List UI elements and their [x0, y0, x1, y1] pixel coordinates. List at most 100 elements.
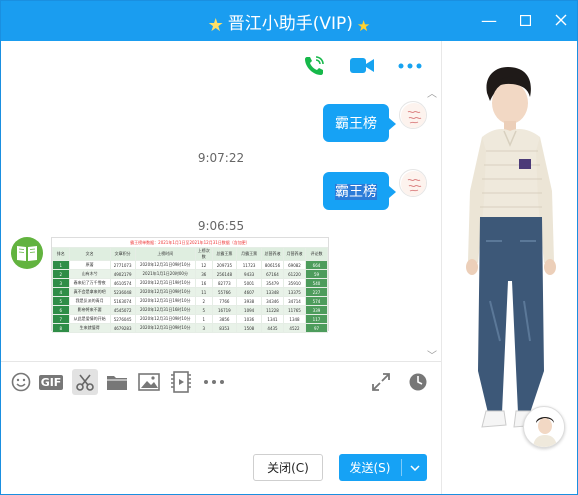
minimize-button[interactable]: —: [479, 9, 499, 31]
table-cell: 4679283: [109, 323, 136, 333]
table-cell: 1036: [236, 314, 262, 324]
emoji-icon[interactable]: [9, 370, 33, 394]
table-cell: 117: [305, 314, 328, 324]
table-cell: 339: [305, 305, 328, 315]
table-cell: 5276045: [109, 314, 136, 324]
title-bar: ★ 晋江小助手(VIP) ★ —: [1, 1, 577, 41]
my-avatar[interactable]: [399, 169, 427, 197]
table-cell: 从此是爱情的开始: [68, 314, 111, 324]
table-cell: 4610574: [109, 278, 136, 288]
scroll-up-arrow-icon[interactable]: ︿: [427, 85, 437, 100]
window-title-text: 晋江小助手(VIP): [227, 14, 353, 34]
table-cell: 1: [52, 260, 70, 270]
gif-label: GIF: [38, 374, 64, 390]
table-cell: 227: [305, 287, 328, 297]
table-cell: 3938: [236, 296, 262, 306]
send-options-chevron-down-icon[interactable]: [402, 464, 427, 471]
close-chat-button[interactable]: 关闭(C): [253, 454, 323, 481]
table-cell: 2: [52, 269, 70, 279]
table-cell: 36: [195, 269, 213, 279]
table-cell: 5: [52, 296, 70, 306]
table-cell: 13375: [283, 287, 306, 297]
table-cell: 5: [195, 305, 213, 315]
close-icon: [555, 14, 567, 26]
table-row: 6 影帝将来不要 4545072 2020年12月31日16时10分 5 16719 109…: [52, 305, 328, 315]
table-cell: 3: [195, 323, 213, 333]
phone-call-icon[interactable]: [301, 53, 327, 79]
table-cell: 574: [305, 296, 328, 306]
sparkle-star-icon: ★: [207, 15, 224, 36]
table-cell: 69082: [283, 260, 306, 270]
show-avatar-thumbnail[interactable]: [523, 406, 565, 448]
image-icon[interactable]: [137, 370, 161, 394]
table-row: 1 原著 2771073 2020年12月31日09时10分 12 209735 11723…: [52, 260, 328, 270]
table-cell: 35479: [261, 278, 284, 288]
table-cell: 34346: [261, 296, 284, 306]
ranking-column-header: 上榜次数: [195, 247, 213, 261]
table-cell: 2020年12月31日16时10分: [134, 305, 196, 315]
table-cell: 山有木兮: [68, 269, 111, 279]
table-cell: 生来就值得: [68, 323, 111, 333]
table-cell: 97: [305, 323, 328, 333]
table-cell: 2020年12月31日19时10分: [134, 278, 196, 288]
table-cell: 1348: [283, 314, 306, 324]
table-cell: 2020年12月31日09时10分: [134, 260, 196, 270]
expand-icon[interactable]: [369, 370, 393, 394]
table-cell: 影帝将来不要: [68, 305, 111, 315]
ranking-image-message[interactable]: 霸王榜单数据：2021年1月1日至2021年12月31日数据（含加更） 排名 文名…: [51, 237, 329, 333]
history-clock-icon[interactable]: [406, 370, 430, 394]
input-toolbar: GIF: [1, 361, 441, 401]
table-cell: 11: [195, 287, 213, 297]
table-row: 4 真不会是拿来的吧 5236048 2020年12月31日09时10分 11 55766…: [52, 287, 328, 297]
table-cell: 原著: [68, 260, 111, 270]
table-cell: 4: [52, 287, 70, 297]
ranking-column-header: 上榜时间: [134, 247, 196, 261]
table-cell: 2: [195, 296, 213, 306]
close-button[interactable]: [551, 9, 571, 31]
table-cell: 209735: [211, 260, 238, 270]
folder-icon[interactable]: [105, 370, 129, 394]
ranking-column-header: 总霸王票: [211, 247, 238, 261]
assistant-avatar-book-icon[interactable]: [11, 237, 43, 269]
message-bubble[interactable]: 霸王榜: [323, 172, 396, 210]
maximize-button[interactable]: [515, 9, 535, 31]
table-cell: 3856: [211, 314, 238, 324]
table-cell: 3: [52, 278, 70, 288]
table-cell: 4435: [261, 323, 284, 333]
video-clip-icon[interactable]: [169, 370, 193, 394]
table-row: 8 生来就值得 4679283 2020年12月31日09时10分 3 8353 1508 4…: [52, 323, 328, 333]
table-cell: 61220: [283, 269, 306, 279]
table-cell: 256148: [211, 269, 238, 279]
gif-icon[interactable]: GIF: [38, 370, 64, 394]
table-cell: 55766: [211, 287, 238, 297]
table-cell: 1: [195, 314, 213, 324]
ranking-image-heading: 霸王榜单数据：2021年1月1日至2021年12月31日数据（含加更）: [130, 240, 250, 245]
my-avatar[interactable]: [399, 101, 427, 129]
table-cell: 1508: [236, 323, 262, 333]
ranking-table: 排名 文名 文章积分 上榜时间 上榜次数 总霸王票 月霸王票 总营养液 月营养液 评论数 1 原著 2…: [52, 247, 328, 333]
table-cell: 16719: [211, 305, 238, 315]
table-cell: 11723: [236, 260, 262, 270]
close-chat-button-label: 关闭(C): [267, 461, 309, 475]
table-cell: 4902179: [109, 269, 136, 279]
video-call-icon[interactable]: [349, 53, 375, 79]
table-cell: 34714: [283, 296, 306, 306]
more-icon[interactable]: [202, 370, 226, 394]
screenshot-scissors-icon[interactable]: [72, 369, 98, 395]
vip-star-icon: ★: [356, 17, 371, 35]
message-bubble[interactable]: 霸王榜: [323, 104, 396, 142]
table-row: 3 春来纪了万千雪夜 4610574 2020年12月31日19时10分 16 82773…: [52, 278, 328, 288]
send-button[interactable]: 发送(S): [339, 454, 427, 481]
table-cell: 4545072: [109, 305, 136, 315]
scroll-down-arrow-icon[interactable]: ﹀: [427, 347, 437, 362]
table-row: 2 山有木兮 4902179 2021年1月1日20时00分 36 256148 9433 6…: [52, 269, 328, 279]
chat-window: ★ 晋江小助手(VIP) ★ — ︿ 霸王榜 9:07:22 霸王榜 9:06:…: [0, 0, 578, 495]
table-cell: 2771073: [109, 260, 136, 270]
window-controls: —: [479, 9, 571, 31]
more-icon[interactable]: [397, 53, 423, 79]
ranking-column-header: 文名: [68, 247, 111, 261]
table-cell: 67164: [261, 269, 284, 279]
table-cell: 12: [195, 260, 213, 270]
table-cell: 2021年1月1日20时00分: [134, 269, 196, 279]
ranking-column-header: 月霸王票: [236, 247, 262, 261]
